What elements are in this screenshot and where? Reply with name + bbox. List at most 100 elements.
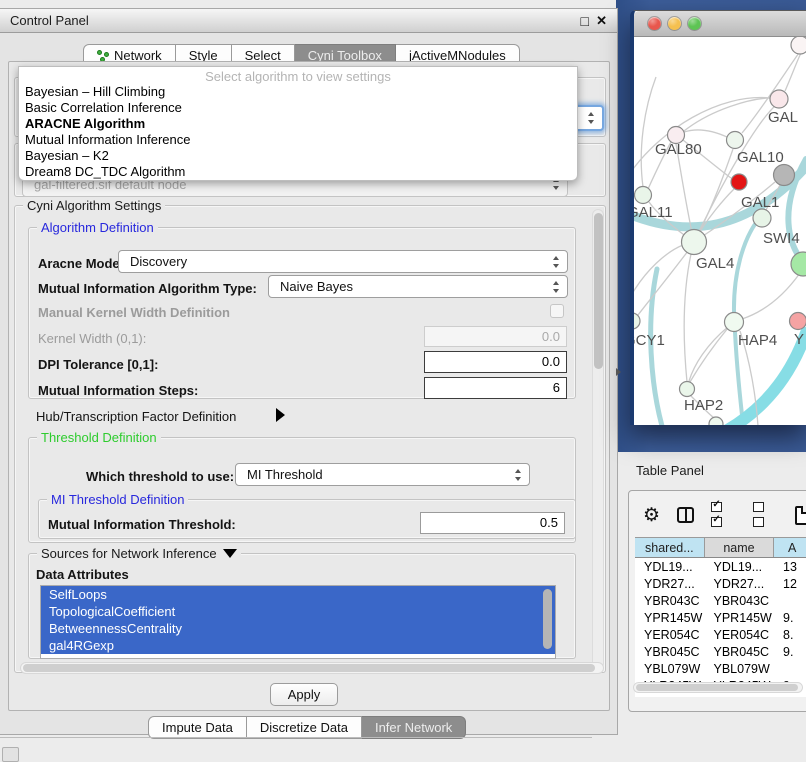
table-cell: 8. bbox=[774, 626, 806, 643]
apply-button[interactable]: Apply bbox=[270, 683, 338, 706]
network-window-titlebar[interactable] bbox=[634, 11, 806, 37]
table-cell: YBR043C bbox=[635, 592, 705, 609]
node-swi4[interactable] bbox=[753, 209, 771, 227]
table-row[interactable]: YBR043CYBR043C bbox=[635, 592, 806, 609]
hub-definition-toggle[interactable]: Hub/Transcription Factor Definition bbox=[36, 409, 236, 424]
mi-threshold-group-title: MI Threshold Definition bbox=[47, 492, 188, 507]
mi-type-value: Naive Bayes bbox=[280, 279, 353, 294]
table-panel: ⚙ shared...nameA YDL19...YDL19...13YDR27… bbox=[628, 490, 806, 712]
column-header[interactable]: shared... bbox=[635, 538, 705, 557]
table-row[interactable]: YPR145WYPR145W9. bbox=[635, 609, 806, 626]
close-icon[interactable]: ✕ bbox=[596, 13, 607, 29]
table-cell: 13 bbox=[774, 558, 806, 575]
tab-label: Infer Network bbox=[375, 720, 452, 735]
mi-steps-field[interactable]: 6 bbox=[424, 377, 567, 399]
tab-discretize-data[interactable]: Discretize Data bbox=[247, 716, 362, 739]
table-cell: YER054C bbox=[635, 626, 705, 643]
splitter-arrow-icon[interactable] bbox=[616, 368, 621, 376]
expand-right-icon[interactable] bbox=[276, 408, 285, 422]
minimized-panel-button[interactable] bbox=[2, 747, 19, 762]
attribute-list-item[interactable]: gal4RGexp bbox=[41, 637, 555, 654]
node[interactable] bbox=[791, 252, 806, 276]
algorithm-option[interactable]: Bayesian – Hill Climbing bbox=[19, 84, 577, 100]
select-all-columns-icon[interactable] bbox=[711, 500, 736, 530]
node-gal10[interactable] bbox=[727, 132, 744, 149]
column-header[interactable]: A bbox=[774, 538, 806, 557]
node-label: GAL80 bbox=[655, 141, 702, 158]
table-row[interactable]: YIL052CYIL052C9. bbox=[635, 694, 806, 697]
algorithm-definition-title: Algorithm Definition bbox=[37, 220, 158, 235]
column-header[interactable]: name bbox=[705, 538, 775, 557]
node-gal[interactable] bbox=[770, 90, 788, 108]
mi-threshold-field[interactable]: 0.5 bbox=[420, 512, 565, 534]
table-cell: 9. bbox=[774, 643, 806, 660]
settings-horizontal-scrollbar[interactable] bbox=[20, 662, 604, 674]
node[interactable] bbox=[774, 165, 795, 186]
algorithm-option[interactable]: Bayesian – K2 bbox=[19, 148, 577, 164]
control-panel-window: Control Panel □ ✕ NetworkStyleSelectCyni… bbox=[0, 8, 618, 735]
which-threshold-label: Which threshold to use: bbox=[86, 469, 234, 484]
table-row[interactable]: YBL079WYBL079W bbox=[635, 660, 806, 677]
algorithm-option[interactable]: Mutual Information Inference bbox=[19, 132, 577, 148]
aracne-mode-combobox[interactable]: Discovery bbox=[118, 250, 568, 273]
which-threshold-combobox[interactable]: MI Threshold bbox=[235, 463, 530, 486]
table-cell: YBL079W bbox=[705, 660, 775, 677]
which-threshold-value: MI Threshold bbox=[247, 467, 323, 482]
combo-arrows-icon bbox=[553, 256, 560, 268]
table-cell: 9. bbox=[774, 609, 806, 626]
node-hap4[interactable] bbox=[725, 313, 744, 332]
table-toolbar: ⚙ bbox=[643, 501, 806, 529]
mi-steps-label: Mutual Information Steps: bbox=[38, 383, 198, 398]
node[interactable] bbox=[709, 417, 723, 425]
attribute-list-item[interactable]: TopologicalCoefficient bbox=[41, 603, 555, 620]
table-row[interactable]: YDR27...YDR27...12 bbox=[635, 575, 806, 592]
float-window-icon[interactable]: □ bbox=[581, 13, 589, 29]
settings-vertical-scrollbar[interactable] bbox=[592, 209, 604, 669]
node-gcy1[interactable] bbox=[634, 313, 640, 329]
table-row[interactable]: YDL19...YDL19...13 bbox=[635, 558, 806, 575]
attribute-list-item[interactable]: BetweennessCentrality bbox=[41, 620, 555, 637]
algorithm-option[interactable]: ARACNE Algorithm bbox=[19, 116, 577, 132]
minimize-traffic-light-icon[interactable] bbox=[668, 17, 681, 30]
node[interactable] bbox=[791, 37, 806, 54]
deselect-all-columns-icon[interactable] bbox=[753, 500, 778, 530]
tab-impute-data[interactable]: Impute Data bbox=[148, 716, 247, 739]
cyni-settings-title: Cyni Algorithm Settings bbox=[23, 198, 165, 213]
network-canvas[interactable]: GALGAL80GAL10GAL1GAL11SWI4GAL4GCY1HAP4YH… bbox=[634, 37, 806, 425]
node-gal1[interactable] bbox=[731, 174, 747, 190]
split-columns-icon[interactable] bbox=[677, 507, 694, 523]
node-hap2[interactable] bbox=[680, 382, 695, 397]
dpi-tolerance-label: DPI Tolerance [0,1]: bbox=[38, 357, 158, 372]
document-icon[interactable] bbox=[795, 506, 806, 525]
combo-arrows-icon bbox=[553, 281, 560, 293]
manual-kernel-label: Manual Kernel Width Definition bbox=[38, 305, 230, 320]
list-scrollbar[interactable] bbox=[543, 587, 553, 657]
combo-arrows-icon bbox=[588, 112, 595, 124]
node-y[interactable] bbox=[790, 313, 806, 330]
tab-infer-network[interactable]: Infer Network bbox=[362, 716, 466, 739]
collapse-down-icon[interactable] bbox=[223, 549, 237, 558]
attribute-list-item[interactable]: SelfLoops bbox=[41, 586, 555, 603]
zoom-traffic-light-icon[interactable] bbox=[688, 17, 701, 30]
node-gal11[interactable] bbox=[635, 187, 652, 204]
table-cell: YBR043C bbox=[705, 592, 775, 609]
combo-arrows-icon bbox=[515, 469, 522, 481]
dropdown-prompt: Select algorithm to view settings bbox=[19, 69, 577, 84]
algorithm-option[interactable]: Dream8 DC_TDC Algorithm bbox=[19, 164, 577, 180]
table-row[interactable]: YER054CYER054C8. bbox=[635, 626, 806, 643]
table-horizontal-scrollbar[interactable] bbox=[633, 682, 803, 693]
table-cell bbox=[774, 592, 806, 609]
algorithm-option[interactable]: Basic Correlation Inference bbox=[19, 100, 577, 116]
dpi-tolerance-field[interactable]: 0.0 bbox=[424, 351, 567, 373]
aracne-mode-label: Aracne Mode: bbox=[38, 256, 124, 271]
data-attributes-list[interactable]: SelfLoopsTopologicalCoefficientBetweenne… bbox=[40, 585, 556, 659]
node-gal4[interactable] bbox=[682, 230, 707, 255]
table-row[interactable]: YBR045CYBR045C9. bbox=[635, 643, 806, 660]
manual-kernel-checkbox[interactable] bbox=[550, 304, 564, 318]
kernel-width-field[interactable]: 0.0 bbox=[424, 326, 567, 347]
node-label: HAP4 bbox=[738, 332, 777, 349]
mi-type-combobox[interactable]: Naive Bayes bbox=[268, 275, 568, 298]
gear-icon[interactable]: ⚙ bbox=[643, 506, 660, 525]
network-icon bbox=[97, 50, 109, 62]
close-traffic-light-icon[interactable] bbox=[648, 17, 661, 30]
